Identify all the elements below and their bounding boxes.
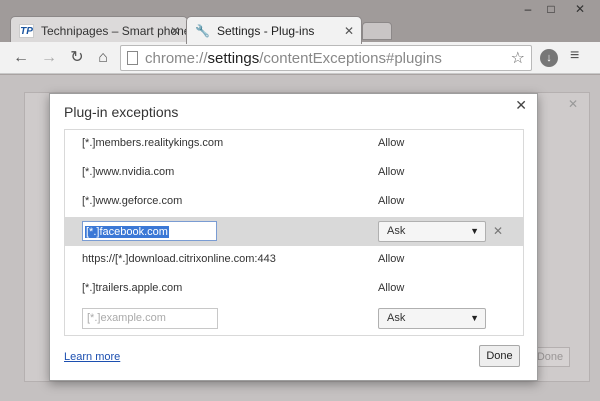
page-icon <box>127 51 138 65</box>
close-icon: ✕ <box>568 97 579 111</box>
exception-pattern: [*.]members.realitykings.com <box>82 137 224 149</box>
list-item-selected[interactable]: [*.]facebook.com Ask ▼ ✕ <box>65 217 523 246</box>
forward-arrow-icon[interactable]: → <box>38 47 60 69</box>
setting-select[interactable]: Ask ▼ <box>378 221 486 242</box>
pattern-edit-input[interactable]: [*.]facebook.com <box>82 221 217 241</box>
exception-pattern: https://[*.]download.citrixonline.com:44… <box>82 253 276 265</box>
list-item[interactable]: [*.]www.nvidia.com Allow <box>65 159 523 188</box>
address-bar[interactable]: chrome://settings/contentExceptions#plug… <box>120 45 532 71</box>
selected-pattern-text: [*.]facebook.com <box>85 226 169 238</box>
browser-toolbar: ← → ↻ ⌂ chrome://settings/contentExcepti… <box>0 42 600 74</box>
exception-pattern: [*.]www.geforce.com <box>82 195 183 207</box>
dropdown-arrow-icon: ▼ <box>470 313 479 323</box>
tab-title: Settings - Plug-ins <box>217 24 315 38</box>
tab-settings-plugins[interactable]: 🔧 Settings - Plug-ins ✕ <box>186 16 362 44</box>
exception-setting: Allow <box>378 137 405 149</box>
reload-icon[interactable]: ↻ <box>66 47 88 69</box>
tab-title: Technipages – Smart phone <box>41 24 188 38</box>
wrench-icon: 🔧 <box>195 24 210 38</box>
exception-pattern: [*.]trailers.apple.com <box>82 282 183 294</box>
new-pattern-input[interactable]: [*.]example.com <box>82 308 218 329</box>
new-exception-row: [*.]example.com Ask ▼ <box>65 304 523 333</box>
url-text: chrome://settings/contentExceptions#plug… <box>145 50 442 67</box>
back-arrow-icon[interactable]: ← <box>10 47 32 69</box>
extension-icon[interactable]: ↓ <box>540 49 558 67</box>
tab-close-icon[interactable]: ✕ <box>344 17 354 44</box>
exception-setting: Allow <box>378 195 405 207</box>
new-tab-button[interactable] <box>362 22 392 40</box>
list-item[interactable]: [*.]www.geforce.com Allow <box>65 188 523 217</box>
menu-hamburger-icon[interactable]: ≡ <box>570 47 579 65</box>
exception-setting: Allow <box>378 253 405 265</box>
delete-icon[interactable]: ✕ <box>493 224 503 238</box>
minimize-icon[interactable]: – <box>517 0 539 18</box>
learn-more-link[interactable]: Learn more <box>64 351 120 363</box>
maximize-icon[interactable]: □ <box>540 0 562 18</box>
tab-technipages[interactable]: TP Technipages – Smart phone ✕ <box>10 16 188 44</box>
new-setting-select[interactable]: Ask ▼ <box>378 308 486 329</box>
select-value: Ask <box>387 225 406 237</box>
list-item[interactable]: [*.]trailers.apple.com Allow <box>65 275 523 304</box>
dialog-title: Plug-in exceptions <box>64 104 179 120</box>
dropdown-arrow-icon: ▼ <box>470 226 479 236</box>
done-button[interactable]: Done <box>479 345 520 367</box>
home-icon[interactable]: ⌂ <box>92 47 114 69</box>
list-item[interactable]: https://[*.]download.citrixonline.com:44… <box>65 246 523 275</box>
close-icon[interactable]: ✕ <box>515 97 527 114</box>
tab-close-icon[interactable]: ✕ <box>170 17 180 44</box>
select-value: Ask <box>387 312 406 324</box>
list-item[interactable]: [*.]members.realitykings.com Allow <box>65 130 523 159</box>
plugin-exceptions-dialog: Plug-in exceptions ✕ [*.]members.reality… <box>49 93 538 381</box>
exceptions-list: [*.]members.realitykings.com Allow [*.]w… <box>64 129 524 336</box>
exception-setting: Allow <box>378 166 405 178</box>
exception-pattern: [*.]www.nvidia.com <box>82 166 175 178</box>
technipages-favicon-icon: TP <box>19 24 34 38</box>
exception-setting: Allow <box>378 282 405 294</box>
tab-strip: TP Technipages – Smart phone ✕ 🔧 Setting… <box>0 0 600 44</box>
bookmark-star-icon[interactable]: ☆ <box>511 48 525 68</box>
window-close-icon[interactable]: ✕ <box>565 0 595 18</box>
